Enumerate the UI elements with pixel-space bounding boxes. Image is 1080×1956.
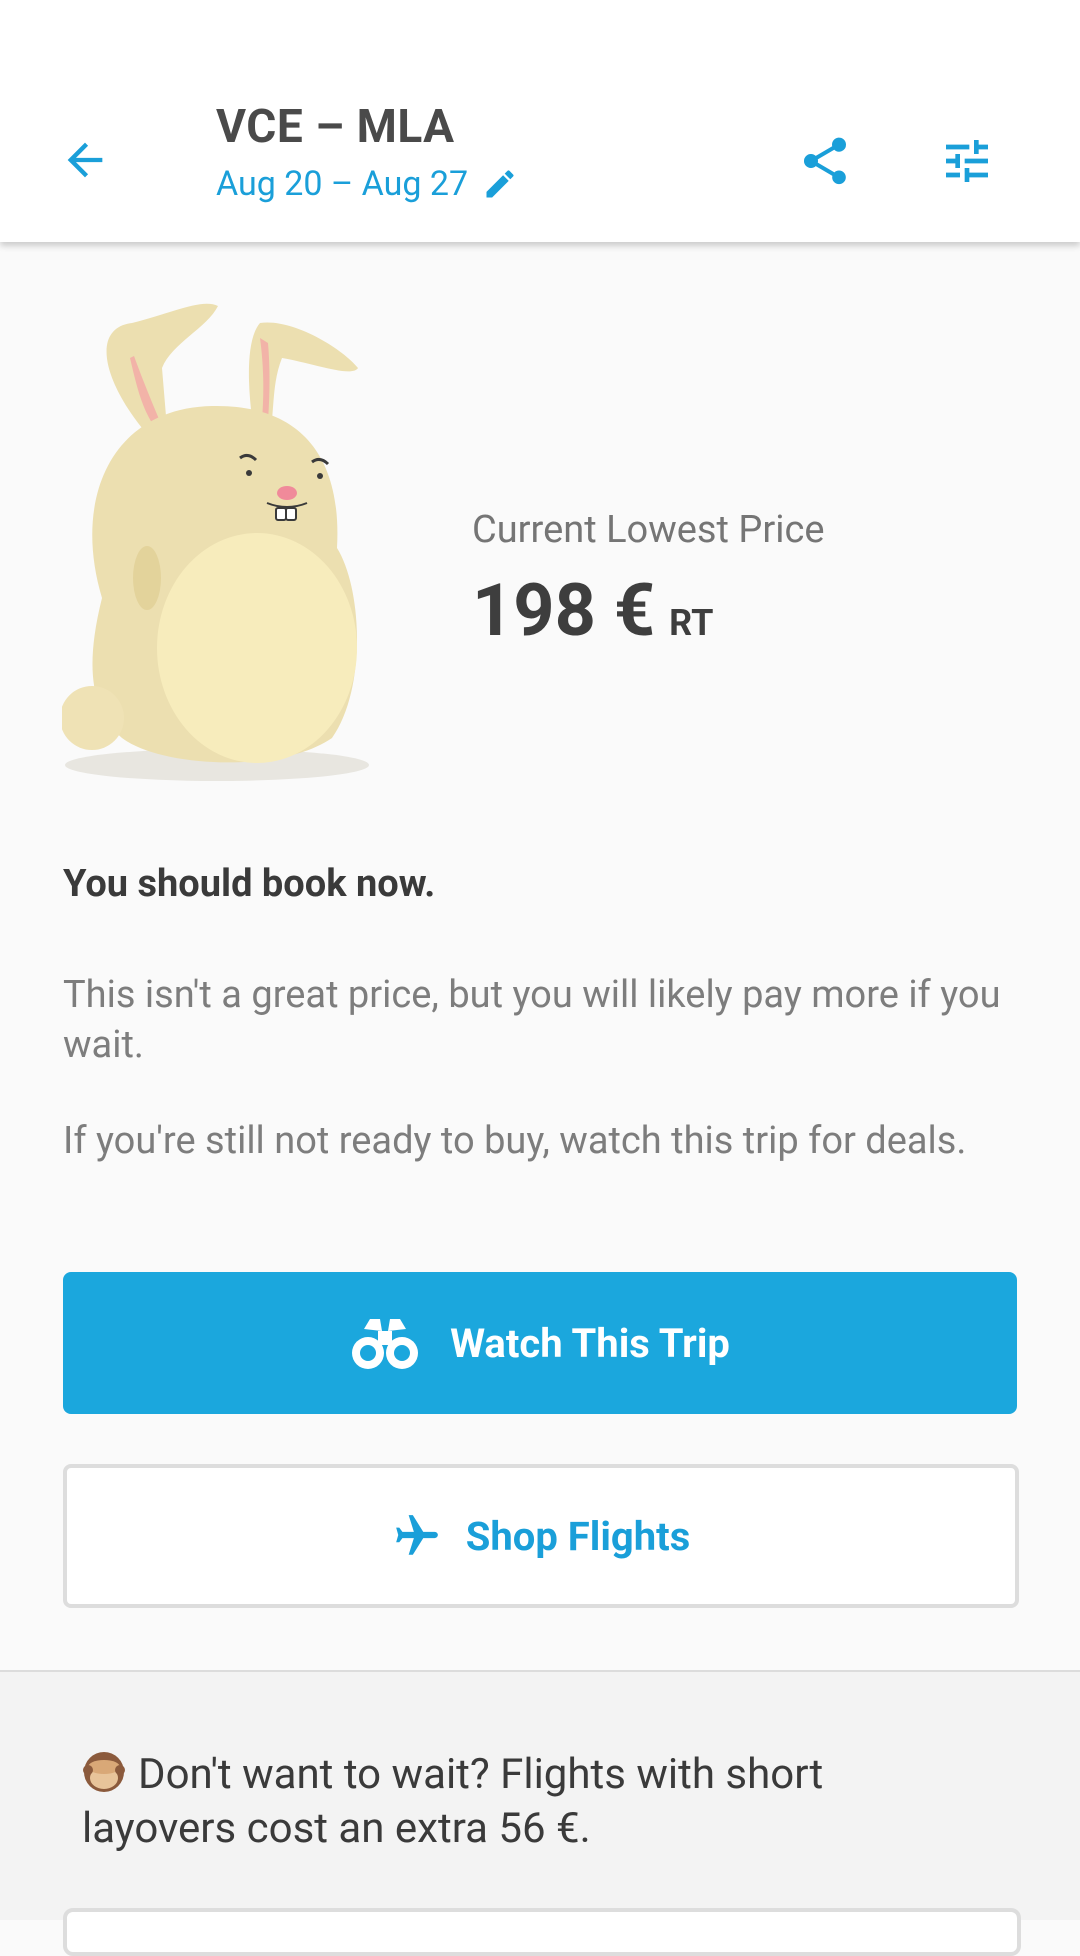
layover-note-text: Don't want to wait? Flights with short l… xyxy=(82,1750,824,1853)
next-card-edge xyxy=(63,1908,1021,1956)
watch-hint: If you're still not ready to buy, watch … xyxy=(63,1119,967,1163)
share-icon xyxy=(803,137,847,185)
back-button[interactable] xyxy=(50,125,120,195)
layover-note: Don't want to wait? Flights with short l… xyxy=(82,1748,982,1856)
see-no-evil-monkey-icon xyxy=(83,1752,125,1792)
trip-dates[interactable]: Aug 20 – Aug 27 xyxy=(216,164,518,204)
binoculars-icon xyxy=(352,1319,419,1369)
trip-dates-label: Aug 20 – Aug 27 xyxy=(216,164,469,204)
share-button[interactable] xyxy=(790,128,860,194)
price-label: Current Lowest Price xyxy=(472,508,825,552)
shop-flights-label: Shop Flights xyxy=(465,1512,691,1560)
price-display: 198 € RT xyxy=(472,568,713,653)
price-suffix: RT xyxy=(669,602,714,644)
watch-trip-button[interactable]: Watch This Trip xyxy=(63,1272,1017,1414)
watch-trip-label: Watch This Trip xyxy=(450,1319,730,1367)
tune-icon xyxy=(946,140,988,182)
price-value: 198 € xyxy=(472,568,656,653)
arrow-left-icon xyxy=(67,142,103,178)
pencil-icon[interactable] xyxy=(482,166,518,202)
advice-detail: This isn't a great price, but you will l… xyxy=(63,973,1001,1067)
app-bar: VCE – MLA Aug 20 – Aug 27 xyxy=(0,0,1080,242)
shop-flights-button[interactable]: Shop Flights xyxy=(63,1464,1019,1608)
airplane-icon xyxy=(395,1515,438,1555)
filter-button[interactable] xyxy=(932,128,1002,194)
route-title: VCE – MLA xyxy=(216,100,455,154)
bunny-illustration xyxy=(62,303,369,781)
advice-headline: You should book now. xyxy=(63,862,436,906)
